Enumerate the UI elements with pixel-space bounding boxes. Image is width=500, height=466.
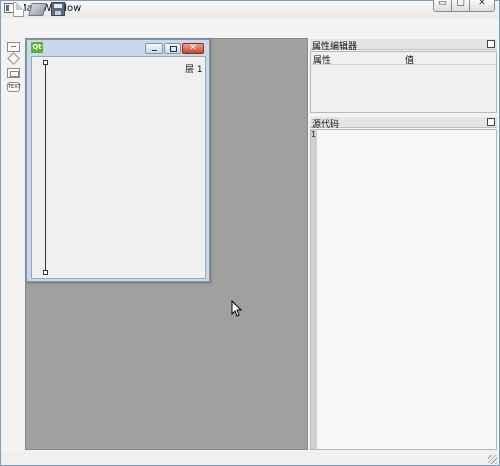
source-code-editor[interactable]	[310, 129, 497, 450]
subwindow-close-button[interactable]: ✕	[182, 43, 204, 54]
window-title: MainWindow	[18, 3, 82, 14]
image-tool-icon[interactable]	[7, 68, 20, 78]
layer-slider-handle-top[interactable]	[43, 60, 48, 65]
maximize-icon: ▢	[456, 0, 465, 8]
property-editor-header[interactable]: 属性编辑器	[310, 39, 497, 52]
source-code-header[interactable]: 源代码	[310, 117, 497, 130]
close-button[interactable]: ✕	[469, 0, 495, 12]
mouse-cursor-icon	[231, 300, 243, 317]
float-dock-icon[interactable]	[487, 118, 495, 126]
header-divider	[311, 64, 496, 65]
minimize-icon: ▭	[438, 0, 447, 8]
subwindow-maximize-button[interactable]	[164, 43, 181, 54]
layer-slider-track[interactable]	[45, 62, 46, 274]
new-file-icon[interactable]	[13, 2, 24, 17]
line-number: 1	[311, 130, 317, 139]
line-number-gutter	[311, 130, 317, 449]
status-bar	[1, 451, 499, 465]
close-icon: ✕	[478, 0, 486, 8]
qt-logo-icon: Qt	[31, 42, 43, 53]
subwindow-content	[31, 56, 206, 279]
float-dock-icon[interactable]	[487, 40, 495, 48]
resize-grip-icon[interactable]	[488, 455, 497, 464]
layer-label: 层 1	[185, 65, 203, 75]
minimize-button[interactable]: ▭	[433, 0, 452, 12]
text-tool-icon[interactable]: TEXT	[7, 82, 21, 92]
layer-slider-handle-bottom[interactable]	[43, 270, 48, 275]
label-tool-icon[interactable]	[7, 42, 20, 52]
subwindow-minimize-button[interactable]	[145, 43, 163, 54]
save-icon[interactable]	[51, 2, 65, 16]
toolbar	[1, 18, 499, 38]
property-editor-table[interactable]	[310, 51, 497, 113]
close-icon: ✕	[189, 43, 197, 53]
maximize-button[interactable]: ▢	[451, 0, 470, 12]
